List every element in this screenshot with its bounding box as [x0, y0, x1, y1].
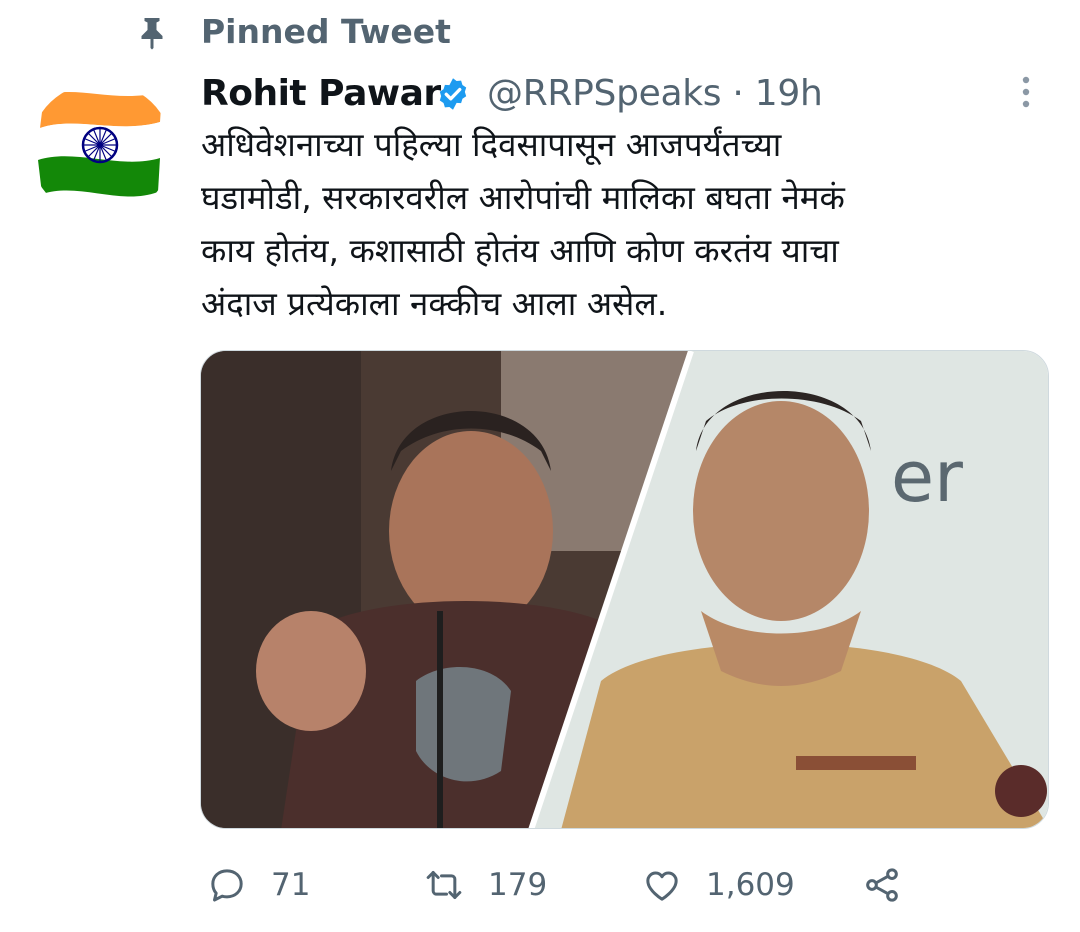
tweet-text-line: घडामोडी, सरकारवरील आरोपांची मालिका बघता … — [201, 178, 845, 217]
pinned-label: Pinned Tweet — [201, 12, 451, 51]
tweet-text-line: अंदाज प्रत्येकाला नक्कीच आला असेल. — [201, 284, 668, 323]
retweet-button[interactable]: 179 — [424, 855, 564, 915]
tweet-header: Rohit Pawar @RRPSpeaks · 19h — [201, 70, 1001, 118]
handle[interactable]: @RRPSpeaks — [487, 73, 722, 114]
timestamp[interactable]: 19h — [755, 73, 823, 114]
india-flag-avatar-image — [30, 82, 172, 218]
tweet-text-line: अधिवेशनाच्या पहिल्या दिवसापासून आजपर्यंत… — [201, 125, 782, 164]
like-button[interactable]: 1,609 — [642, 855, 812, 915]
photo-collage: er — [201, 351, 1048, 828]
share-icon — [866, 868, 898, 902]
heart-icon — [646, 871, 678, 901]
pinned-tweet-row: Pinned Tweet — [0, 0, 1080, 70]
display-name[interactable]: Rohit Pawar — [201, 72, 441, 116]
retweet-icon — [426, 871, 462, 899]
like-count: 1,609 — [706, 867, 795, 903]
reply-count: 71 — [271, 867, 311, 903]
avatar[interactable] — [30, 82, 172, 218]
retweet-count: 179 — [488, 867, 548, 903]
verified-badge-icon — [439, 78, 467, 110]
svg-text:er: er — [891, 436, 963, 518]
tweet-actions: 71 179 1,609 — [0, 855, 1080, 915]
separator-dot: · — [732, 73, 744, 114]
handle-and-time: @RRPSpeaks · 19h — [487, 72, 823, 116]
more-options-icon[interactable] — [1012, 74, 1040, 114]
tweet-text-line: काय होतंय, कशासाठी होतंय आणि कोण करतंय य… — [201, 231, 839, 270]
pin-icon — [141, 18, 163, 50]
reply-button[interactable]: 71 — [207, 855, 327, 915]
tweet-media-image[interactable]: er — [200, 350, 1049, 829]
share-button[interactable] — [862, 855, 912, 915]
tweet-text: अधिवेशनाच्या पहिल्या दिवसापासून आजपर्यंत… — [201, 118, 1031, 330]
reply-icon — [211, 869, 243, 902]
